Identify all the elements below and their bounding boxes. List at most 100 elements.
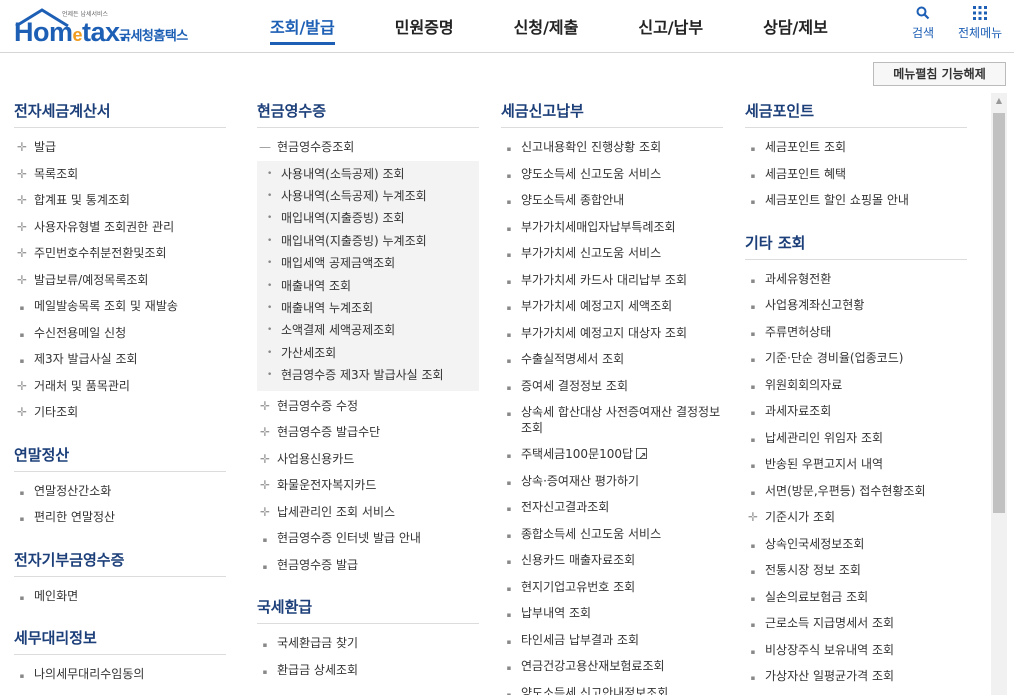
submenu-item[interactable]: 소액결제 세액공제조회 xyxy=(257,319,479,342)
menu-item[interactable]: 신고내용확인 진행상황 조회 xyxy=(501,134,723,161)
search-button[interactable]: 검색 xyxy=(912,6,934,41)
menu-item[interactable]: 현지기업고유번호 조회 xyxy=(501,574,723,601)
menu-item[interactable]: 세금포인트 조회 xyxy=(745,134,967,161)
menu-item[interactable]: ✛ 발급 xyxy=(14,134,226,161)
plus-icon: ✛ xyxy=(16,405,28,419)
menu-item[interactable]: 양도소득세 신고안내정보조회 xyxy=(501,680,723,695)
menu-item[interactable]: 수출실적명세서 조회 xyxy=(501,346,723,373)
nav-apply-submit[interactable]: 신청/제출 xyxy=(484,0,609,53)
menu-item[interactable]: 부가가치세 카드사 대리납부 조회 xyxy=(501,267,723,294)
bullet-icon xyxy=(503,627,515,656)
menu-item[interactable]: 연말정산간소화 xyxy=(14,478,226,505)
scroll-up-arrow-icon[interactable]: ▲ xyxy=(991,93,1007,109)
hometax-logo[interactable]: 언제든 납세서비스 Hometax. 국세청홈택스 xyxy=(12,6,212,47)
submenu-item[interactable]: 현금영수증 제3자 발급사실 조회 xyxy=(257,364,479,387)
menu-item[interactable]: 주류면허상태 xyxy=(745,319,967,346)
menu-item[interactable]: 상속·증여재산 평가하기 xyxy=(501,468,723,495)
menu-item[interactable]: 부가가치세 예정고지 대상자 조회 xyxy=(501,320,723,347)
bullet-icon xyxy=(747,584,759,613)
menu-item[interactable]: 과세유형전환 xyxy=(745,266,967,293)
menu-item[interactable]: ✛ 사업용신용카드 xyxy=(257,446,479,473)
submenu-item[interactable]: 매입세액 공제금액조회 xyxy=(257,252,479,275)
menu-expand-disable-button[interactable]: 메뉴펼침 기능해제 xyxy=(873,62,1006,86)
scroll-thumb[interactable] xyxy=(993,113,1005,513)
menu-item[interactable]: 근로소득 지급명세서 조회 xyxy=(745,610,967,637)
menu-item[interactable]: 편리한 연말정산 xyxy=(14,504,226,531)
submenu-item[interactable]: 매출내역 조회 xyxy=(257,275,479,298)
menu-item[interactable]: ✛ 사용자유형별 조회권한 관리 xyxy=(14,214,226,241)
menu-item-label: 납세관리인 위임자 조회 xyxy=(765,430,884,445)
menu-item[interactable]: 과세자료조회 xyxy=(745,398,967,425)
menu-item[interactable]: 부가가치세 신고도움 서비스 xyxy=(501,240,723,267)
menu-item[interactable]: 실손의료보험금 조회 xyxy=(745,584,967,611)
menu-item-label: 전통시장 정보 조회 xyxy=(765,563,861,577)
bullet-icon xyxy=(503,293,515,322)
menu-item[interactable]: ✛ 현금영수증 발급수단 xyxy=(257,419,479,446)
submenu-item[interactable]: 매입내역(지출증빙) 누계조회 xyxy=(257,230,479,253)
menu-item[interactable]: 상속인국세정보조회 xyxy=(745,531,967,558)
menu-item[interactable]: 납세관리인 위임자 조회 xyxy=(745,425,967,452)
menu-item[interactable]: 환급금 상세조회 xyxy=(257,657,479,684)
bullet-icon xyxy=(503,161,515,190)
menu-item[interactable]: ✛ 기준시가 조회 xyxy=(745,504,967,531)
menu-item[interactable]: ✛ 발급보류/예정목록조회 xyxy=(14,267,226,294)
menu-item[interactable]: 반송된 우편고지서 내역 xyxy=(745,451,967,478)
menu-item[interactable]: 부가가치세매입자납부특례조회 xyxy=(501,214,723,241)
menu-item[interactable]: 사업용계좌신고현황 xyxy=(745,292,967,319)
nav-certificates[interactable]: 민원증명 xyxy=(365,0,484,53)
plus-icon: ✛ xyxy=(16,166,28,181)
menu-item[interactable]: 현금영수증 인터넷 발급 안내 xyxy=(257,525,479,552)
nav-report-pay[interactable]: 신고/납부 xyxy=(608,0,733,53)
menu-item[interactable]: 메일발송목록 조회 및 재발송 xyxy=(14,293,226,320)
menu-item[interactable]: 비상장주식 보유내역 조회 xyxy=(745,637,967,664)
menu-item[interactable]: ✛ 화물운전자복지카드 xyxy=(257,472,479,499)
menu-item[interactable]: ✛ 현금영수증 수정 xyxy=(257,393,479,420)
vertical-scrollbar[interactable]: ▲ xyxy=(991,93,1007,695)
menu-item[interactable]: 제3자 발급사실 조회 xyxy=(14,346,226,373)
menu-item[interactable]: 위원회회의자료 xyxy=(745,372,967,399)
menu-item[interactable]: 세금포인트 혜택 xyxy=(745,161,967,188)
menu-item[interactable]: ✛ 거래처 및 품목관리 xyxy=(14,373,226,400)
nav-inquiry-issue[interactable]: 조회/발급 xyxy=(240,0,365,53)
menu-item-label: 양도소득세 신고안내정보조회 xyxy=(521,685,669,695)
menu-item[interactable]: 전통시장 정보 조회 xyxy=(745,557,967,584)
menu-item[interactable]: 서면(방문,우편등) 접수현황조회 xyxy=(745,478,967,505)
menu-item[interactable]: — 현금영수증조회 xyxy=(257,134,479,161)
nav-consult-tip[interactable]: 상담/제보 xyxy=(733,0,858,53)
menu-item[interactable]: 나의세무대리수임동의 xyxy=(14,661,226,688)
menu-item[interactable]: 납부내역 조회 xyxy=(501,600,723,627)
main-navigation: 조회/발급 민원증명 신청/제출 신고/납부 상담/제보 xyxy=(240,0,858,53)
menu-item[interactable]: 메인화면 xyxy=(14,583,226,610)
menu-item[interactable]: 전자신고결과조회 xyxy=(501,494,723,521)
submenu-item[interactable]: 사용내역(소득공제) 누계조회 xyxy=(257,185,479,208)
menu-item[interactable]: 양도소득세 종합안내 xyxy=(501,187,723,214)
menu-item[interactable]: 가상자산 일평균가격 조회 xyxy=(745,663,967,690)
menu-item[interactable]: ✛ 합계표 및 통계조회 xyxy=(14,187,226,214)
menu-item[interactable]: 종합소득세 신고도움 서비스 xyxy=(501,521,723,548)
menu-item[interactable]: ✛ 납세관리인 조회 서비스 xyxy=(257,499,479,526)
menu-item[interactable]: 상속세 합산대상 사전증여재산 결정정보 조회 xyxy=(501,399,723,441)
bullet-icon xyxy=(747,266,759,295)
menu-item[interactable]: 연금건강고용산재보험료조회 xyxy=(501,653,723,680)
menu-item[interactable]: 양도소득세 신고도움 서비스 xyxy=(501,161,723,188)
menu-item[interactable]: 신용카드 매출자료조회 xyxy=(501,547,723,574)
menu-item[interactable]: 타인세금 납부결과 조회 xyxy=(501,627,723,654)
submenu-item[interactable]: 사용내역(소득공제) 조회 xyxy=(257,163,479,186)
menu-item[interactable]: ✛ 목록조회 xyxy=(14,161,226,188)
menu-item[interactable]: 국세환급금 찾기 xyxy=(257,630,479,657)
menu-item[interactable]: 증여세 결정정보 조회 xyxy=(501,373,723,400)
menu-item[interactable]: 현금영수증 발급 xyxy=(257,552,479,579)
menu-item[interactable]: 기준·단순 경비율(업종코드) xyxy=(745,345,967,372)
menu-item[interactable]: ✛ 기타조회 xyxy=(14,399,226,426)
menu-item[interactable]: 세금포인트 할인 쇼핑몰 안내 xyxy=(745,187,967,214)
menu-item[interactable]: 수신전용메일 신청 xyxy=(14,320,226,347)
submenu-item[interactable]: 매출내역 누계조회 xyxy=(257,297,479,320)
menu-item[interactable]: ✛ 주민번호수취분전환및조회 xyxy=(14,240,226,267)
all-menu-button[interactable]: 전체메뉴 xyxy=(958,6,1002,41)
menu-item[interactable]: 주택세금100문100답 xyxy=(501,441,723,471)
submenu-item[interactable]: 가산세조회 xyxy=(257,342,479,365)
menu-item[interactable]: 부가가치세 예정고지 세액조회 xyxy=(501,293,723,320)
submenu-item[interactable]: 매입내역(지출증빙) 조회 xyxy=(257,207,479,230)
